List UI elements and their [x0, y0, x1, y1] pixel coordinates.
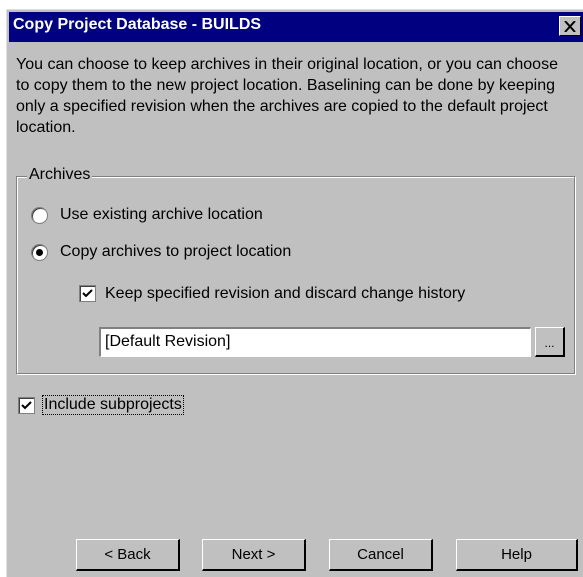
dialog-title: Copy Project Database - BUILDS [13, 16, 262, 33]
revision-input[interactable]: [Default Revision] [99, 327, 531, 357]
archives-group-label: Archives [27, 166, 93, 184]
copy-archives-radio[interactable] [31, 244, 48, 261]
back-button[interactable]: < Back [76, 539, 180, 571]
intro-text: You can choose to keep archives in their… [16, 56, 558, 136]
radio-selected-dot [36, 249, 43, 256]
include-subprojects-label[interactable]: Include subprojects [42, 395, 184, 415]
browse-button[interactable]: ... [535, 327, 565, 357]
checkmark-icon [82, 289, 93, 298]
cancel-button[interactable]: Cancel [329, 539, 433, 571]
next-button[interactable]: Next > [202, 539, 306, 571]
checkmark-icon [21, 401, 32, 410]
keep-revision-label[interactable]: Keep specified revision and discard chan… [105, 285, 465, 303]
archives-group: Archives Use existing archive location C… [16, 166, 575, 374]
keep-revision-checkbox[interactable] [79, 285, 96, 302]
close-icon [564, 20, 576, 32]
title-bar[interactable]: Copy Project Database - BUILDS [9, 12, 583, 42]
include-subprojects-checkbox[interactable] [18, 397, 35, 414]
close-button[interactable] [559, 16, 581, 36]
help-button[interactable]: Help [456, 539, 578, 571]
copy-project-dialog: Copy Project Database - BUILDS You can c… [6, 9, 583, 577]
copy-archives-label[interactable]: Copy archives to project location [60, 243, 291, 261]
use-existing-radio[interactable] [31, 207, 48, 224]
use-existing-label[interactable]: Use existing archive location [60, 206, 263, 224]
